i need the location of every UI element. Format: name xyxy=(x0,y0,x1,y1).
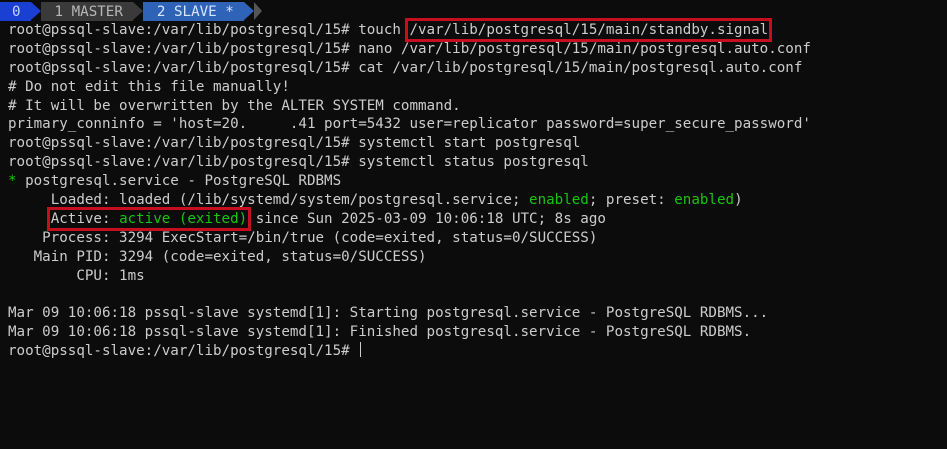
command-text: nano /var/lib/postgresql/15/main/postgre… xyxy=(358,40,811,57)
standby-signal-path-highlight: /var/lib/postgresql/15/main/standby.sign… xyxy=(405,18,773,42)
terminal-line: root@pssql-slave:/var/lib/postgresql/15#… xyxy=(8,40,947,59)
terminal-output[interactable]: root@pssql-slave:/var/lib/postgresql/15#… xyxy=(8,18,947,361)
enabled-state: enabled xyxy=(529,192,589,209)
active-state: active (exited) xyxy=(119,210,248,227)
shell-prompt: root@pssql-slave:/var/lib/postgresql/15# xyxy=(8,343,359,360)
window-tab-0[interactable]: 0 xyxy=(0,2,40,21)
window-tab-2-name: SLAVE * xyxy=(173,3,234,20)
loaded-mid: ; preset: xyxy=(588,192,675,209)
status-mainpid-line: Main PID: 3294 (code=exited, status=0/SU… xyxy=(8,248,427,265)
status-unit-name: postgresql.service - PostgreSQL RDBMS xyxy=(16,173,342,190)
current-prompt-line[interactable]: root@pssql-slave:/var/lib/postgresql/15# xyxy=(8,342,947,361)
journal-log-line: Mar 09 10:06:18 pssql-slave systemd[1]: … xyxy=(8,324,752,341)
status-process-line: Process: 3294 ExecStart=/bin/true (code=… xyxy=(8,229,598,246)
active-status-highlight: Active: active (exited) xyxy=(46,206,252,231)
window-tab-2-number: 2 xyxy=(156,3,166,20)
terminal-line: root@pssql-slave:/var/lib/postgresql/15#… xyxy=(8,18,947,42)
window-tab-master[interactable]: 1 MASTER xyxy=(40,2,144,21)
command-text: systemctl start postgresql xyxy=(358,135,581,152)
active-label: Active: xyxy=(50,210,120,227)
text-cursor xyxy=(360,342,362,358)
terminal-line: root@pssql-slave:/var/lib/postgresql/15#… xyxy=(8,134,947,153)
command-text: systemctl status postgresql xyxy=(358,154,589,171)
status-bullet-icon: * xyxy=(8,173,17,190)
window-tab-1-name: MASTER xyxy=(71,3,123,20)
active-since: since Sun 2025-03-09 10:06:18 UTC; 8s ag… xyxy=(247,210,606,227)
shell-prompt: root@pssql-slave:/var/lib/postgresql/15# xyxy=(8,135,359,152)
command-text: cat /var/lib/postgresql/15/main/postgres… xyxy=(358,59,803,76)
command-text: touch xyxy=(358,22,410,38)
status-loaded-line: Loaded: loaded (/lib/systemd/system/post… xyxy=(8,191,947,210)
loaded-suffix: ) xyxy=(734,192,743,209)
tab-bar-end-arrow xyxy=(253,2,262,20)
window-tab-slave[interactable]: 2 SLAVE * xyxy=(142,2,254,21)
active-indent xyxy=(8,211,51,227)
tmux-window-bar: 0 1 MASTER 2 SLAVE * xyxy=(0,2,262,21)
conf-comment: # It will be overwritten by the ALTER SY… xyxy=(8,97,461,114)
shell-prompt: root@pssql-slave:/var/lib/postgresql/15# xyxy=(8,40,359,57)
conf-primary-conninfo: primary_conninfo = 'host=20. .41 port=54… xyxy=(8,116,811,133)
conf-comment: # Do not edit this file manually! xyxy=(8,78,290,95)
shell-prompt: root@pssql-slave:/var/lib/postgresql/15# xyxy=(8,22,359,38)
shell-prompt: root@pssql-slave:/var/lib/postgresql/15# xyxy=(8,59,359,76)
journal-log-line: Mar 09 10:06:18 pssql-slave systemd[1]: … xyxy=(8,305,769,322)
loaded-prefix: Loaded: loaded (/lib/systemd/system/post… xyxy=(8,192,530,209)
status-active-line: Active: active (exited) since Sun 2025-0… xyxy=(8,206,947,231)
status-unit-line: * postgresql.service - PostgreSQL RDBMS xyxy=(8,172,947,191)
preset-enabled-state: enabled xyxy=(674,192,735,209)
window-tab-0-number: 0 xyxy=(12,3,21,20)
terminal-line: root@pssql-slave:/var/lib/postgresql/15#… xyxy=(8,59,947,78)
window-tab-1-number: 1 xyxy=(54,3,64,20)
status-cpu-line: CPU: 1ms xyxy=(8,267,145,284)
shell-prompt: root@pssql-slave:/var/lib/postgresql/15# xyxy=(8,154,359,171)
terminal-line: root@pssql-slave:/var/lib/postgresql/15#… xyxy=(8,153,947,172)
